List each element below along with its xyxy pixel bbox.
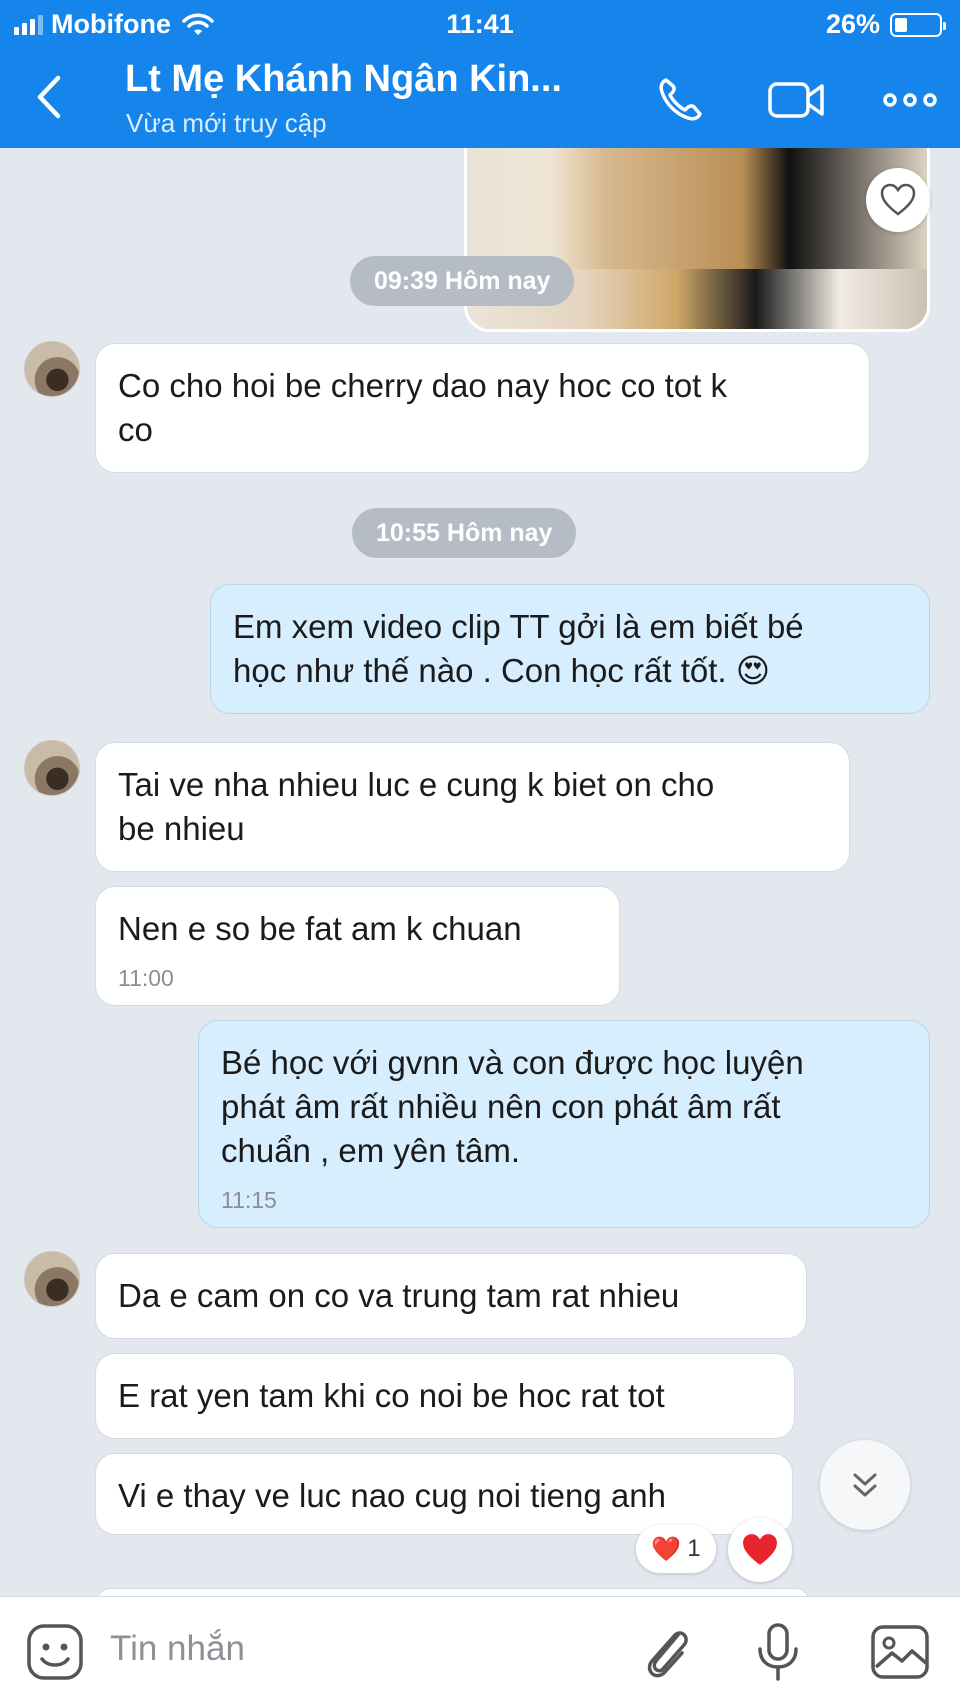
battery-percent: 26% — [825, 9, 880, 39]
message-input[interactable]: Tin nhắn — [110, 1629, 245, 1669]
reaction-count: 1 — [687, 1535, 701, 1562]
back-icon[interactable] — [30, 70, 70, 124]
gallery-icon[interactable] — [870, 1621, 930, 1683]
message-text: phát âm rất nhiều nên con phát âm rất — [221, 1088, 781, 1125]
message-bubble[interactable]: Em xem video clip TT gởi là em biết bé h… — [210, 584, 930, 714]
phone-icon[interactable] — [652, 72, 712, 128]
react-button[interactable] — [728, 1518, 792, 1582]
clock: 11:41 — [446, 9, 514, 39]
timestamp-divider: 09:39 Hôm nay — [350, 256, 575, 306]
more-icon[interactable] — [880, 72, 940, 128]
message-text: E rat yen tam khi co noi be hoc rat tot — [118, 1377, 665, 1414]
message-bubble[interactable]: Tai ve nha nhieu luc e cung k biet on ch… — [95, 742, 850, 872]
reaction-summary[interactable]: ❤️ 1 — [636, 1525, 716, 1573]
message-text: Tai ve nha nhieu luc e cung k biet on ch… — [118, 766, 715, 803]
scroll-to-bottom-button[interactable] — [820, 1440, 910, 1530]
react-button[interactable] — [866, 168, 930, 232]
message-text: Em xem video clip TT gởi là em biết bé — [233, 608, 804, 645]
nav-bar: Lt Mẹ Khánh Ngân Kin... Vừa mới truy cập — [0, 50, 960, 148]
timestamp-divider: 10:55 Hôm nay — [352, 508, 577, 558]
message-bubble[interactable]: E rat yen tam khi co noi be hoc rat tot — [95, 1353, 795, 1439]
message-text: Co cho hoi be cherry dao nay hoc co tot … — [118, 367, 728, 404]
message-bubble[interactable] — [96, 1588, 810, 1596]
message-bubble[interactable]: Co cho hoi be cherry dao nay hoc co tot … — [95, 343, 870, 473]
avatar[interactable] — [24, 1251, 80, 1307]
emoji-icon[interactable] — [26, 1623, 84, 1681]
message-bubble[interactable]: Vi e thay ve luc nao cug noi tieng anh — [95, 1453, 793, 1535]
message-list[interactable]: 09:39 Hôm nay Co cho hoi be cherry dao n… — [0, 148, 960, 1596]
message-text: học như thế nào . Con học rất tốt. 😍 — [233, 652, 771, 689]
message-text: Nen e so be fat am k chuan — [118, 910, 522, 947]
message-bubble[interactable]: Da e cam on co va trung tam rat nhieu — [95, 1253, 807, 1339]
message-bubble[interactable]: Nen e so be fat am k chuan 11:00 — [95, 886, 620, 1006]
attach-icon[interactable] — [638, 1621, 698, 1683]
message-time: 11:15 — [221, 1187, 277, 1213]
message-text: Da e cam on co va trung tam rat nhieu — [118, 1277, 680, 1314]
message-bubble[interactable]: Bé học với gvnn và con được học luyện ph… — [198, 1020, 930, 1228]
message-text: Bé học với gvnn và con được học luyện — [221, 1044, 804, 1081]
chat-header: Mobifone 11:41 26% Lt Mẹ Khánh Ngân Kin.… — [0, 0, 960, 148]
battery-icon — [890, 12, 946, 37]
message-text: chuẩn , em yên tâm. — [221, 1132, 520, 1169]
contact-name[interactable]: Lt Mẹ Khánh Ngân Kin... — [125, 58, 562, 101]
message-text: be nhieu — [118, 810, 245, 847]
status-right: 26% — [825, 9, 946, 40]
mic-icon[interactable] — [748, 1621, 808, 1683]
message-text: Vi e thay ve luc nao cug noi tieng anh — [118, 1477, 666, 1514]
heart-icon — [743, 1534, 777, 1565]
reaction-emoji: ❤️ — [651, 1535, 682, 1563]
message-time: 11:00 — [118, 965, 174, 991]
message-text: co — [118, 411, 153, 448]
heart-icon — [880, 183, 916, 216]
last-seen: Vừa mới truy cập — [126, 108, 327, 138]
status-bar: Mobifone 11:41 26% — [0, 0, 960, 50]
composer: Tin nhắn — [0, 1596, 960, 1707]
avatar[interactable] — [24, 341, 80, 397]
avatar[interactable] — [24, 740, 80, 796]
chevron-double-down-icon — [853, 1473, 877, 1497]
video-call-icon[interactable] — [766, 72, 826, 128]
